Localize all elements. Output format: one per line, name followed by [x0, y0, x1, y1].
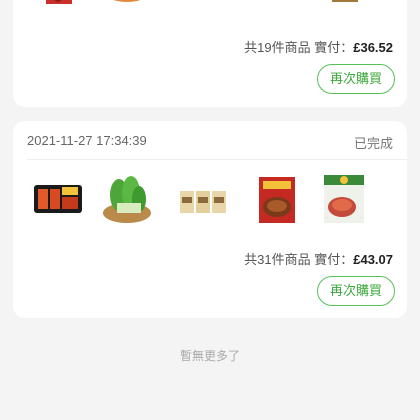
order-date: 2021-11-27 17:34:39 — [27, 133, 147, 148]
rebuy-button[interactable]: 再次購買 — [317, 276, 395, 306]
product-thumbnail[interactable] — [101, 173, 153, 225]
summary-prefix: 共 — [244, 40, 258, 55]
order-summary: 共31件商品 實付：£43.07 — [244, 249, 393, 268]
order-status: 已完成 — [353, 136, 393, 151]
order-total: £43.07 — [353, 252, 393, 267]
product-thumbnail[interactable] — [178, 173, 230, 225]
product-thumbnail[interactable] — [32, 0, 84, 32]
rebuy-button[interactable]: 再次購買 — [317, 64, 395, 94]
product-thumbnails — [13, 173, 407, 231]
no-more-text: 暫無更多了 — [179, 349, 240, 363]
product-thumbnail[interactable] — [251, 0, 303, 32]
product-thumbnail[interactable] — [318, 173, 370, 225]
product-thumbnails — [13, 0, 407, 38]
order-card[interactable]: 2021-11-27 17:34:39 已完成 共31件商品 實付：£43.07… — [13, 121, 407, 318]
product-thumbnail[interactable] — [32, 173, 84, 225]
summary-unit: 件商品 實付： — [271, 252, 354, 267]
item-count: 19 — [257, 40, 272, 55]
divider — [27, 159, 407, 160]
item-count: 31 — [257, 252, 272, 267]
summary-unit: 件商品 實付： — [271, 40, 354, 55]
order-total: £36.52 — [353, 40, 393, 55]
product-thumbnail[interactable] — [101, 0, 153, 32]
product-thumbnail[interactable] — [178, 0, 230, 32]
product-thumbnail[interactable] — [318, 0, 370, 32]
order-card[interactable]: 共19件商品 實付：£36.52 再次購買 — [13, 0, 407, 107]
order-summary: 共19件商品 實付：£36.52 — [244, 37, 393, 56]
summary-prefix: 共 — [244, 252, 258, 267]
product-thumbnail[interactable] — [251, 173, 303, 225]
order-header: 2021-11-27 17:34:39 已完成 — [27, 133, 393, 153]
